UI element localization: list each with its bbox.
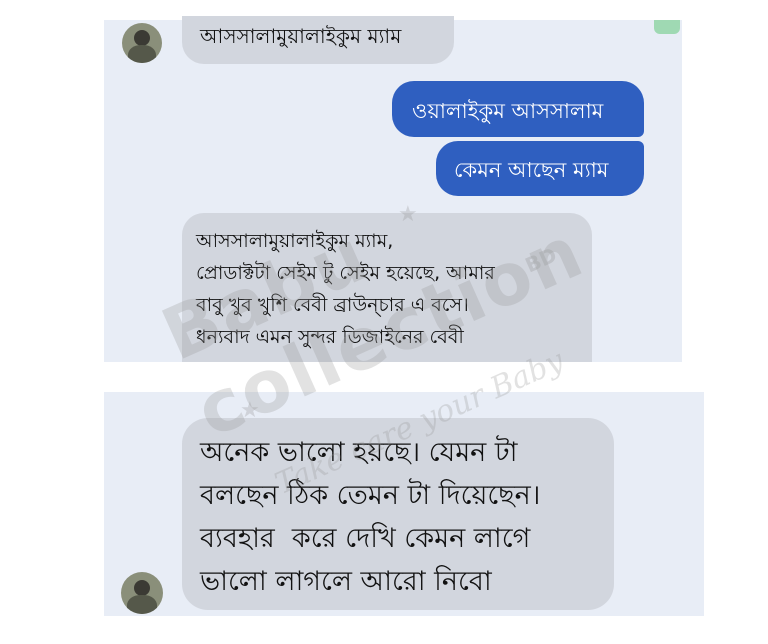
message-bubble-outgoing[interactable]: ওয়ালাইকুম আসসালাম bbox=[392, 81, 644, 137]
message-bubble-incoming[interactable]: আসসালামুয়ালাইকুম ম্যাম bbox=[182, 16, 454, 64]
status-tab bbox=[654, 20, 680, 34]
message-line: ব্যবহার করে দেখি কেমন লাগে bbox=[200, 523, 531, 554]
message-line: ভালো লাগলে আরো নিবো bbox=[200, 566, 492, 597]
message-bubble-outgoing[interactable]: কেমন আছেন ম্যাম bbox=[436, 141, 644, 196]
customer-avatar[interactable] bbox=[122, 23, 162, 63]
message-bubble-incoming[interactable]: আসসালামুয়ালাইকুম ম্যাম, প্রোডাক্টটা সেই… bbox=[182, 213, 592, 362]
message-line: প্রোডাক্টটা সেইম টু সেইম হয়েছে, আমার bbox=[196, 262, 495, 284]
star-icon: ★ bbox=[240, 398, 260, 423]
message-text: কেমন আছেন ম্যাম bbox=[454, 158, 609, 182]
message-line: অনেক ভালো হয়ছে। যেমন টা bbox=[200, 437, 518, 468]
star-icon: ★ bbox=[398, 202, 418, 227]
message-line: ধন্যবাদ এমন সুন্দর ডিজাইনের বেবী bbox=[196, 326, 464, 348]
message-line: বাবু খুব খুশি বেবী ব্রাউন্চার এ বসে। bbox=[196, 294, 469, 316]
customer-avatar[interactable] bbox=[121, 572, 163, 614]
message-text: ওয়ালাইকুম আসসালাম bbox=[412, 99, 604, 123]
message-line: বলছেন ঠিক তেমন টা দিয়েছেন। bbox=[200, 480, 541, 511]
message-line: আসসালামুয়ালাইকুম ম্যাম, bbox=[196, 230, 394, 252]
message-bubble-incoming[interactable]: অনেক ভালো হয়ছে। যেমন টা বলছেন ঠিক তেমন … bbox=[182, 418, 614, 610]
message-text: আসসালামুয়ালাইকুম ম্যাম bbox=[200, 24, 402, 48]
